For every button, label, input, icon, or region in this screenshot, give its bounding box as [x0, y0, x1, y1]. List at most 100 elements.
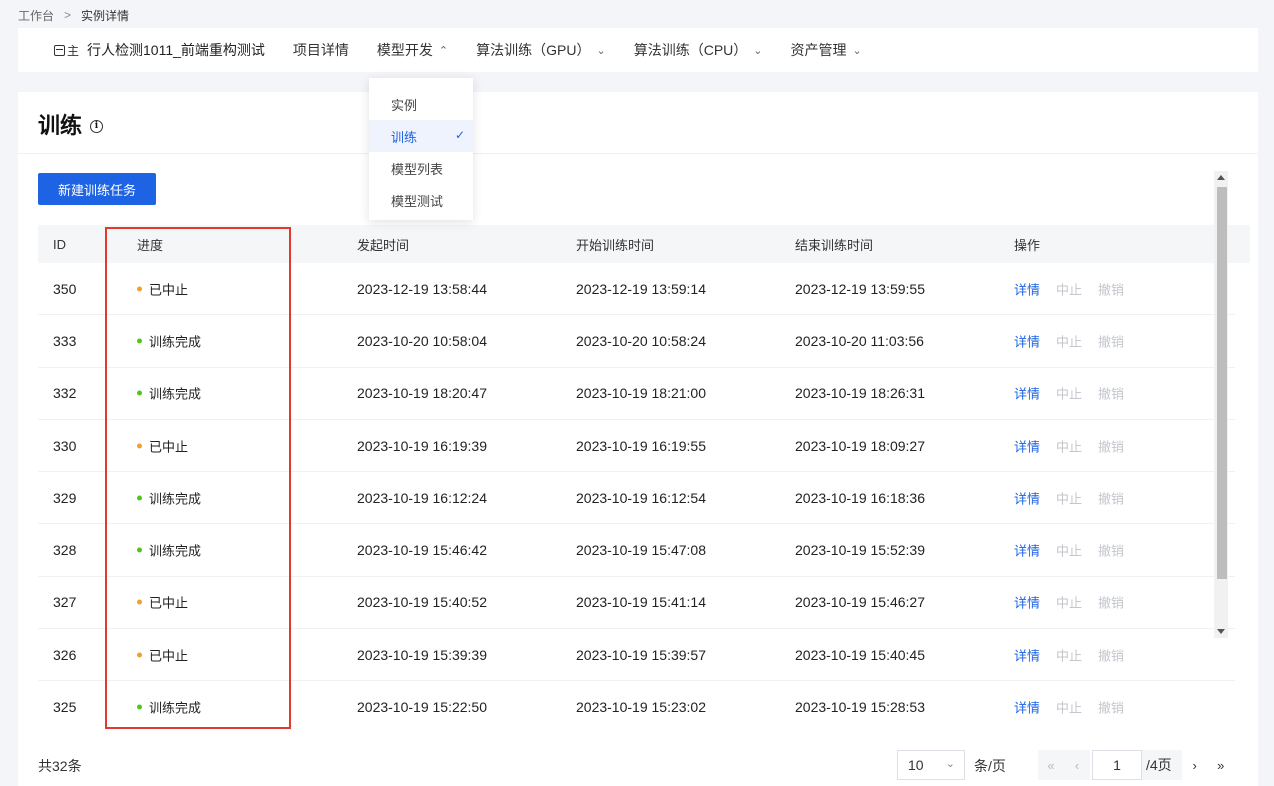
pager: « ‹ 1 /4页 › » [1038, 750, 1234, 780]
cell-end-time: 2023-10-20 11:03:56 [795, 332, 924, 349]
status-dot-icon [137, 704, 142, 710]
table-scrollbar[interactable] [1214, 171, 1228, 638]
title-divider [18, 153, 1258, 154]
revoke-link: 撤销 [1098, 543, 1125, 559]
prev-page-button[interactable]: ‹ [1064, 750, 1090, 780]
dropdown-item-label: 实例 [391, 97, 418, 113]
header-start-time: 开始训练时间 [576, 237, 655, 253]
cell-end-time: 2023-10-19 15:40:45 [795, 646, 925, 663]
cell-status: 已中止 [137, 645, 188, 664]
cell-start-time: 2023-10-19 15:23:02 [576, 699, 706, 716]
stop-link: 中止 [1056, 543, 1083, 559]
cell-launch-time: 2023-10-20 10:58:04 [357, 332, 487, 349]
last-page-button[interactable]: » [1207, 750, 1234, 780]
table-header: ID 进度 发起时间 开始训练时间 结束训练时间 操作 [38, 225, 1250, 263]
current-page-input[interactable]: 1 [1092, 750, 1142, 780]
cell-end-time: 2023-10-19 15:46:27 [795, 594, 925, 611]
chevron-down-icon: ⌄ [753, 44, 763, 57]
status-text: 已中止 [149, 595, 189, 611]
detail-link[interactable]: 详情 [1014, 384, 1040, 403]
project-selector[interactable]: 主 行人检测1011_前端重构测试 [54, 40, 265, 60]
table-body: 350 已中止 2023-12-19 13:58:44 2023-12-19 13:5… [38, 263, 1235, 730]
cell-id: 325 [53, 699, 77, 716]
cell-id: 329 [53, 489, 77, 506]
status-text: 已中止 [149, 282, 189, 298]
detail-link[interactable]: 详情 [1014, 593, 1040, 612]
cell-status: 训练完成 [137, 698, 201, 717]
scroll-down-icon[interactable] [1217, 629, 1225, 634]
detail-link[interactable]: 详情 [1014, 541, 1040, 560]
cell-id: 330 [53, 437, 77, 454]
header-end-time: 结束训练时间 [795, 237, 874, 253]
chevron-down-icon: ⌄ [852, 44, 862, 57]
breadcrumb-current: 实例详情 [81, 8, 130, 23]
breadcrumb-root[interactable]: 工作台 [18, 7, 54, 24]
next-page-button[interactable]: › [1181, 750, 1208, 780]
detail-link[interactable]: 详情 [1014, 698, 1040, 717]
stop-link: 中止 [1056, 439, 1083, 455]
dropdown-item[interactable]: 模型测试 [369, 184, 473, 216]
first-page-button[interactable]: « [1038, 750, 1064, 780]
dropdown-item[interactable]: 模型列表 [369, 152, 473, 184]
cell-id: 328 [53, 542, 77, 559]
cell-id: 332 [53, 385, 77, 402]
status-dot-icon [137, 652, 142, 658]
cell-operations: 详情 中止 撤销 [1014, 698, 1124, 717]
nav-item[interactable]: 算法训练（GPU） ⌄ [476, 40, 606, 60]
header-operations: 操作 [1014, 237, 1041, 253]
status-dot-icon [137, 286, 142, 292]
cell-start-time: 2023-10-19 16:12:54 [576, 489, 706, 506]
nav-item-label: 项目详情 [292, 42, 349, 58]
dropdown-item[interactable]: 实例 [369, 88, 473, 120]
total-pages: /4页 [1142, 750, 1182, 780]
cell-status: 已中止 [137, 593, 188, 612]
training-table: ID 进度 发起时间 开始训练时间 结束训练时间 操作 350 已中止 2023-1… [38, 225, 1250, 730]
cell-launch-time: 2023-10-19 15:46:42 [357, 542, 487, 559]
cell-start-time: 2023-10-20 10:58:24 [576, 332, 706, 349]
detail-link[interactable]: 详情 [1014, 645, 1040, 664]
nav-item[interactable]: 算法训练（CPU） ⌄ [634, 40, 763, 60]
revoke-link: 撤销 [1098, 282, 1125, 298]
page-title-text: 训练 [38, 113, 83, 138]
nav-item[interactable]: 资产管理 ⌄ [790, 40, 861, 60]
status-text: 已中止 [149, 648, 189, 664]
detail-link[interactable]: 详情 [1014, 279, 1040, 298]
scroll-up-icon[interactable] [1217, 175, 1225, 180]
stop-link: 中止 [1056, 334, 1083, 350]
cell-status: 已中止 [137, 279, 188, 298]
check-icon: ✓ [454, 128, 465, 142]
table-row: 329 训练完成 2023-10-19 16:12:24 2023-10-19 16:… [38, 472, 1235, 525]
nav-item-label: 算法训练（CPU） [633, 42, 748, 58]
cell-operations: 详情 中止 撤销 [1014, 331, 1124, 350]
status-dot-icon [137, 443, 142, 449]
cell-end-time: 2023-10-19 18:09:27 [795, 437, 925, 454]
info-icon[interactable]: i [90, 119, 104, 133]
cell-end-time: 2023-10-19 18:26:31 [795, 385, 925, 402]
cell-status: 训练完成 [137, 541, 201, 560]
detail-link[interactable]: 详情 [1014, 488, 1040, 507]
cell-end-time: 2023-10-19 15:52:39 [795, 542, 925, 559]
cell-id: 350 [53, 280, 77, 297]
per-page-label: 条/页 [974, 758, 1006, 774]
page-size-select[interactable]: 10 ⌄ [897, 750, 965, 780]
cell-status: 已中止 [137, 436, 188, 455]
nav-item[interactable]: 模型开发 ⌃ [377, 40, 448, 60]
table-row: 333 训练完成 2023-10-20 10:58:04 2023-10-20 10:… [38, 315, 1235, 368]
nav-item-label: 资产管理 [790, 42, 847, 58]
dropdown-item-label: 模型列表 [391, 161, 444, 177]
revoke-link: 撤销 [1098, 491, 1125, 507]
cell-operations: 详情 中止 撤销 [1014, 645, 1124, 664]
table-row: 325 训练完成 2023-10-19 15:22:50 2023-10-19 15:… [38, 681, 1235, 730]
status-text: 训练完成 [149, 491, 202, 507]
table-row: 327 已中止 2023-10-19 15:40:52 2023-10-19 15:4… [38, 577, 1235, 630]
table-row: 332 训练完成 2023-10-19 18:20:47 2023-10-19 18:… [38, 368, 1235, 420]
cell-id: 327 [53, 594, 77, 611]
scrollbar-thumb[interactable] [1217, 187, 1227, 579]
detail-link[interactable]: 详情 [1014, 436, 1040, 455]
nav-item[interactable]: 项目详情 [293, 40, 349, 60]
new-training-task-button[interactable]: 新建训练任务 [38, 173, 156, 205]
detail-link[interactable]: 详情 [1014, 331, 1040, 350]
dropdown-item[interactable]: 训练 ✓ [369, 120, 473, 152]
status-text: 训练完成 [149, 700, 202, 716]
cell-start-time: 2023-10-19 16:19:55 [576, 437, 706, 454]
